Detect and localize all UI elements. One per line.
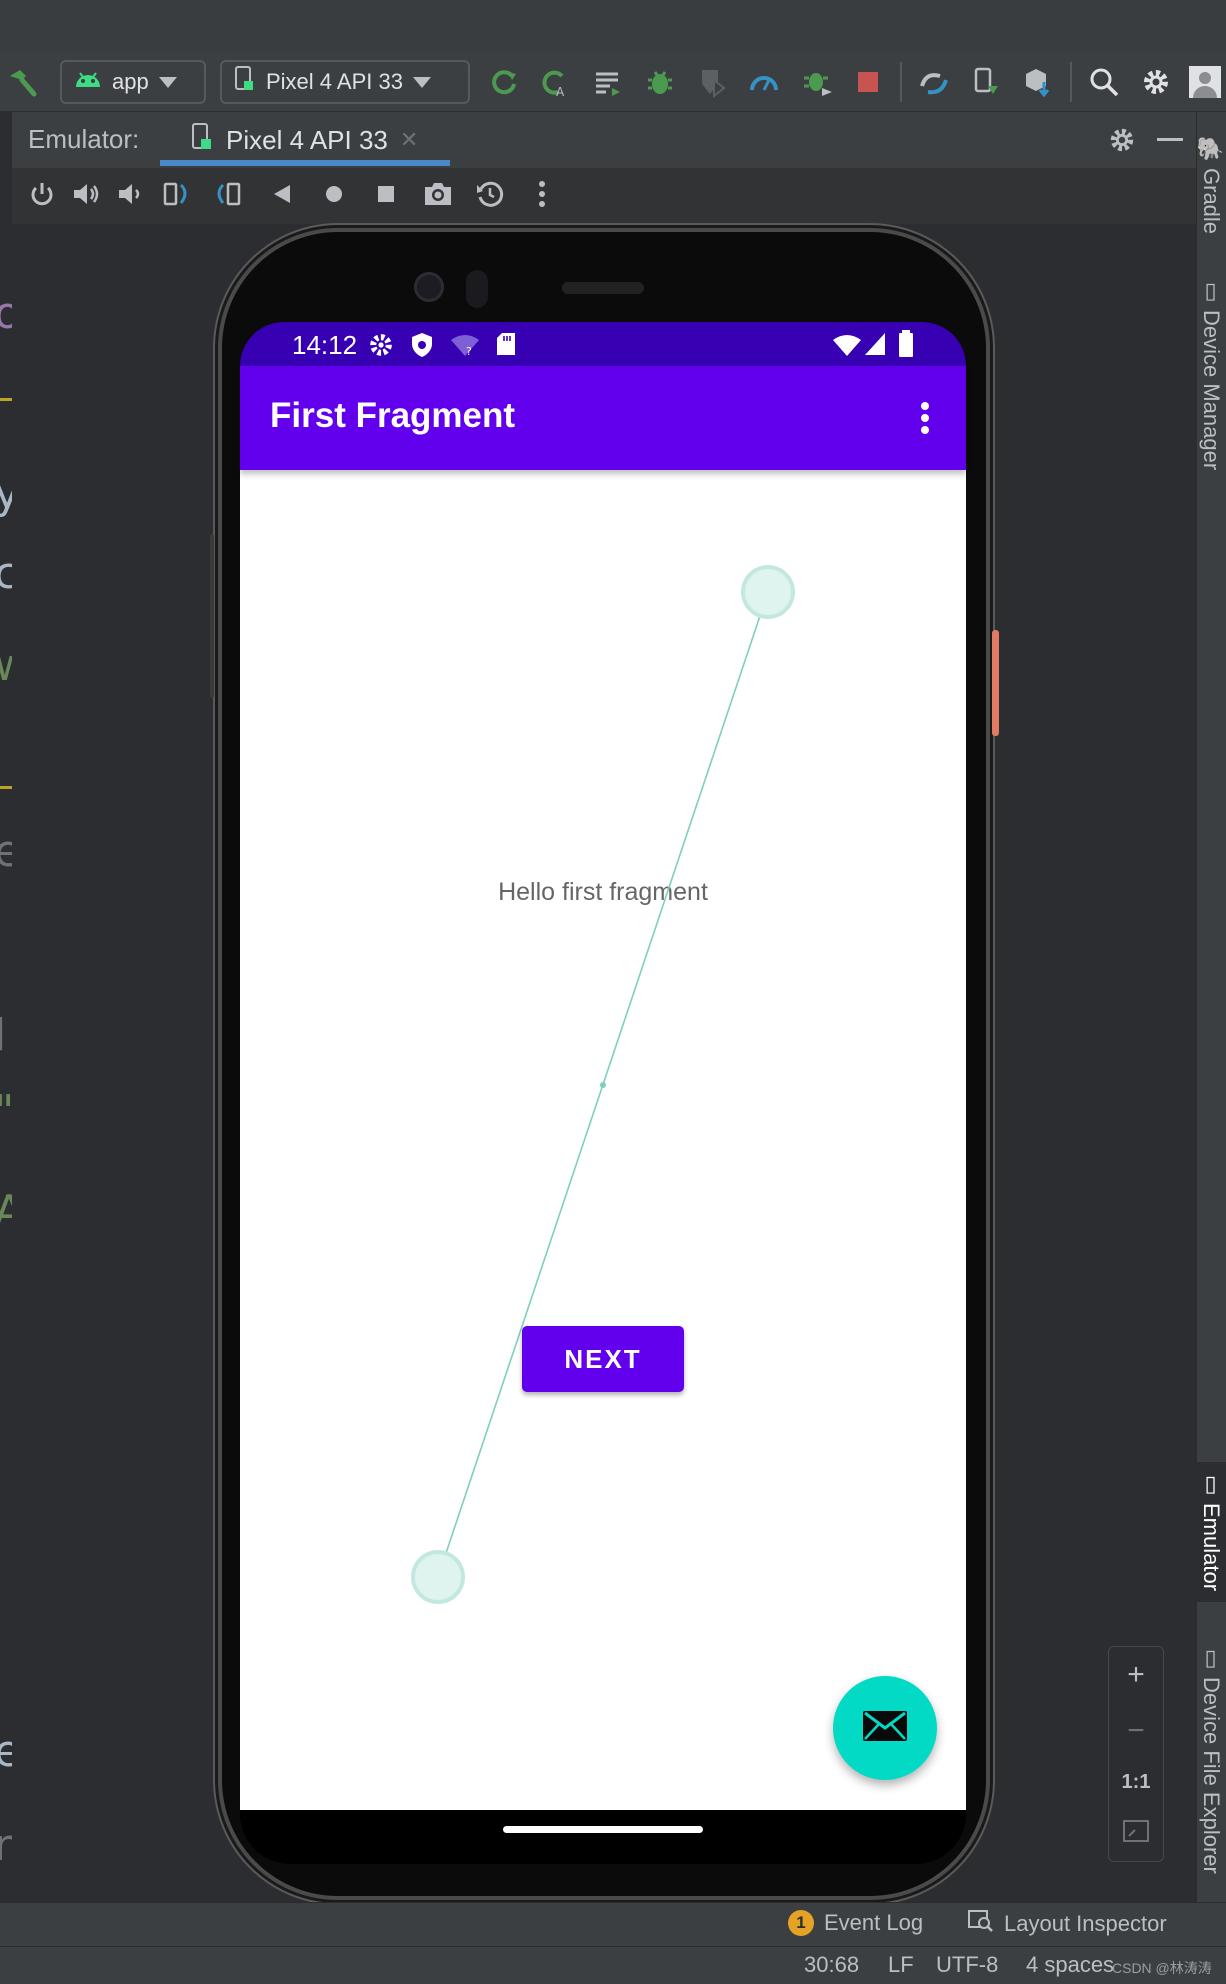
panel-settings-icon[interactable] [1100, 118, 1144, 162]
emulator-tab-label: Emulator [1199, 1503, 1224, 1592]
fit-screen-icon[interactable] [1109, 1816, 1163, 1850]
zoom-in-button[interactable]: + [1109, 1658, 1163, 1692]
hammer-icon[interactable] [0, 60, 44, 104]
gutter-glyph: l [0, 1010, 7, 1061]
emulator-panel-label: Emulator: [28, 124, 140, 154]
attach-icon[interactable] [586, 60, 630, 104]
status-time: 14:12 [292, 330, 358, 360]
attach-debugger-icon[interactable] [796, 60, 840, 104]
device-label: Pixel 4 API 33 [266, 69, 403, 94]
overflow-menu-icon[interactable] [910, 398, 940, 438]
device-manager-tool-tab[interactable]: ▯ Device Manager [1196, 270, 1226, 480]
avatar[interactable] [1184, 60, 1226, 104]
tab-label: Pixel 4 API 33 [226, 124, 388, 155]
gradle-tab-label: Gradle [1199, 168, 1224, 235]
signal-icon [864, 332, 886, 361]
volume-up-icon[interactable] [64, 172, 108, 216]
phone-screen[interactable] [240, 322, 966, 1810]
earpiece [562, 282, 644, 294]
caret-position[interactable]: 30:68 [804, 1952, 859, 1978]
event-count-badge: 1 [788, 1910, 814, 1936]
active-tab-indicator [160, 160, 450, 166]
shield-icon [410, 332, 434, 363]
device-dropdown[interactable]: Pixel 4 API 33 [220, 60, 470, 104]
android-icon [74, 67, 102, 97]
device-icon [234, 65, 256, 99]
profile-icon[interactable] [742, 60, 786, 104]
debug-icon[interactable] [638, 60, 682, 104]
toolbar-divider [1070, 62, 1072, 102]
apply-changes-icon[interactable]: A [532, 60, 576, 104]
wifi-icon [832, 334, 862, 361]
nav-bar [240, 1810, 966, 1864]
editor-gutter [0, 112, 12, 1902]
layout-inspector-label: Layout Inspector [1004, 1911, 1167, 1936]
device-icon: ▯ [1199, 1472, 1224, 1498]
gradle-icon: 🐘 [1199, 135, 1224, 163]
device-icon: ▯ [1199, 1646, 1224, 1672]
actual-size-button[interactable]: 1:1 [1109, 1771, 1163, 1794]
battery-icon [898, 330, 914, 363]
phone-side-button [210, 534, 214, 698]
gradle-tool-tab[interactable]: 🐘 Gradle [1196, 120, 1226, 250]
layout-inspector-icon [968, 1910, 994, 1938]
wifi-question-icon: ? [450, 334, 480, 361]
svg-text:?: ? [466, 345, 472, 356]
power-icon[interactable] [20, 172, 64, 216]
close-icon[interactable]: ✕ [400, 127, 418, 153]
front-camera [414, 272, 444, 302]
settings-icon[interactable] [1134, 60, 1178, 104]
overview-icon[interactable] [364, 172, 408, 216]
fab-email-button[interactable] [833, 1676, 937, 1780]
home-icon[interactable] [312, 172, 356, 216]
email-icon [862, 1710, 908, 1747]
device-manager-icon[interactable] [964, 60, 1008, 104]
watermark: CSDN @林涛涛 [1112, 1960, 1212, 1976]
zoom-out-button[interactable]: − [1109, 1714, 1163, 1748]
sensor [466, 270, 488, 308]
event-log-label: Event Log [824, 1910, 924, 1935]
indent-setting[interactable]: 4 spaces [1026, 1952, 1114, 1978]
device-file-explorer-tab-label: Device File Explorer [1199, 1677, 1224, 1874]
chevron-down-icon [158, 69, 177, 95]
back-icon[interactable] [260, 172, 304, 216]
gutter-glyph: r [0, 1820, 13, 1871]
search-icon[interactable] [1082, 60, 1126, 104]
snapshot-icon[interactable] [468, 172, 512, 216]
toolbar-divider [900, 62, 902, 102]
device-icon: ▯ [1199, 279, 1224, 305]
home-indicator[interactable] [503, 1826, 703, 1833]
sd-card-icon [496, 332, 516, 361]
phone-power-button [992, 630, 999, 736]
minimize-icon[interactable] [1150, 118, 1190, 162]
device-icon [190, 122, 214, 159]
event-log-button[interactable]: 1 Event Log [788, 1910, 923, 1936]
chevron-down-icon [412, 69, 431, 95]
file-encoding[interactable]: UTF-8 [936, 1952, 998, 1978]
svg-text:A: A [556, 85, 565, 98]
rotate-left-icon[interactable] [154, 172, 198, 216]
volume-down-icon[interactable] [108, 172, 152, 216]
sync-icon[interactable] [912, 60, 956, 104]
settings-icon [368, 332, 394, 363]
page-title: First Fragment [270, 396, 516, 435]
emulator-tool-tab[interactable]: ▯ Emulator [1196, 1462, 1226, 1602]
screenshot-icon[interactable] [416, 172, 460, 216]
rotate-right-icon[interactable] [206, 172, 250, 216]
more-icon[interactable] [520, 172, 564, 216]
coverage-icon[interactable] [690, 60, 734, 104]
line-separator[interactable]: LF [888, 1952, 914, 1978]
window-title-strip [0, 0, 1226, 52]
run-config-label: app [112, 69, 149, 94]
zoom-controls: + − 1:1 [1108, 1646, 1164, 1862]
rerun-icon[interactable] [482, 60, 526, 104]
layout-inspector-button[interactable]: Layout Inspector [968, 1910, 1167, 1938]
device-manager-tab-label: Device Manager [1199, 310, 1224, 471]
device-file-explorer-tool-tab[interactable]: ▯ Device File Explorer [1196, 1640, 1226, 1880]
run-config-dropdown[interactable]: app [60, 60, 206, 104]
sdk-manager-icon[interactable] [1016, 60, 1060, 104]
hello-text: Hello first fragment [498, 878, 708, 906]
stop-icon[interactable] [846, 60, 890, 104]
next-button[interactable]: NEXT [522, 1326, 684, 1392]
